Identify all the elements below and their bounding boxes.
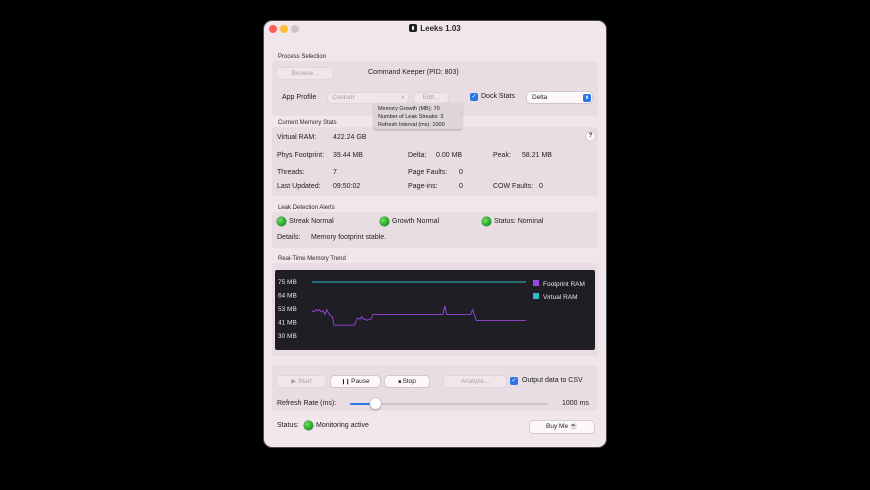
refresh-rate-label: Refresh Rate (ms): [277, 400, 337, 407]
dock-mode-value: Delta [532, 94, 548, 101]
legend-swatch [533, 280, 539, 286]
title-bar: Leeks 1.03 [264, 21, 606, 37]
legend-label: Virtual RAM [543, 294, 578, 301]
refresh-rate-value: 1000 ms [562, 400, 589, 407]
pause-button[interactable]: ❙❙ Pause [331, 376, 380, 387]
legend-swatch [533, 293, 539, 299]
csv-output-checkbox[interactable]: ✓ [510, 377, 518, 385]
y-tick-label: 75 MB [278, 279, 297, 286]
last-updated-label: Last Updated: [277, 183, 321, 190]
virtual-ram-value: 422.24 GB [333, 134, 367, 141]
phys-footprint-value: 39.44 MB [333, 152, 363, 159]
peak-label: Peak: [493, 152, 511, 159]
leak-alerts-label: Leak Detection Alerts [278, 205, 335, 211]
memory-trend-chart: 75 MB 64 MB 53 MB 41 MB 30 MB Footprint RAM Vi… [275, 270, 595, 350]
stop-label: Stop [402, 378, 416, 385]
dock-mode-select[interactable]: Delta ⬍ [527, 92, 592, 103]
threads-label: Threads: [277, 169, 305, 176]
delta-label: Delta: [408, 152, 427, 159]
memory-stats-label: Current Memory Stats [278, 120, 337, 126]
dock-stats-label: Dock Stats [481, 93, 515, 100]
phys-footprint-label: Phys Footprint: [277, 152, 325, 159]
window-title-text: Leeks 1.03 [420, 24, 461, 33]
status-value: Monitoring active [316, 422, 369, 429]
series-line-footprint-ram [311, 305, 526, 326]
pause-icon: ❙❙ [341, 379, 352, 385]
pause-label: Pause [351, 378, 370, 385]
analyze-button[interactable]: Analyze... [444, 376, 506, 387]
monitoring-status-icon [304, 421, 313, 430]
y-tick-label: 53 MB [278, 306, 297, 313]
page-faults-label: Page Faults: [408, 169, 448, 176]
app-profile-select[interactable]: Custom ⬍ [328, 93, 408, 103]
stop-button[interactable]: ■ Stop [385, 376, 429, 387]
page-ins-label: Page-ins: [408, 183, 438, 190]
threads-value: 7 [333, 169, 337, 176]
memory-trend-svg: 75 MB 64 MB 53 MB 41 MB 30 MB Footprint RAM Vi… [278, 279, 585, 340]
app-window: Leeks 1.03 Process Selection Browse... C… [264, 21, 606, 447]
browse-button[interactable]: Browse... [277, 68, 333, 79]
tooltip-line: Number of Leak Streaks: 3 [378, 114, 444, 120]
legend-label: Footprint RAM [543, 281, 585, 288]
virtual-ram-label: Virtual RAM: [277, 134, 317, 141]
tooltip-line: Memory Growth (MB): 70 [378, 106, 440, 112]
process-name: Command Keeper (PID: 803) [368, 69, 459, 76]
app-profile-label: App Profile [282, 94, 317, 101]
app-profile-value: Custom [332, 94, 355, 101]
dock-stats-checkbox[interactable]: ✓ [470, 93, 478, 101]
process-selection-label: Process Selection [278, 54, 327, 60]
start-button[interactable]: ▶ Start [277, 376, 326, 387]
profile-tooltip: Memory Growth (MB): 70 Number of Leak St… [374, 103, 462, 129]
cow-faults-value: 0 [539, 183, 543, 190]
overall-status-icon [482, 217, 491, 226]
help-button[interactable]: ? [586, 132, 595, 141]
growth-status-label: Growth Normal [392, 218, 440, 225]
y-tick-label: 30 MB [278, 333, 297, 340]
last-updated-value: 09:50:02 [333, 183, 361, 190]
page-faults-value: 0 [459, 169, 463, 176]
details-value: Memory footprint stable. [311, 234, 387, 241]
chevron-up-down-icon: ⬍ [583, 93, 591, 102]
growth-status-icon [380, 217, 389, 226]
leek-app-icon [409, 24, 418, 32]
buy-me-coffee-button[interactable]: Buy Me ☕ [530, 421, 594, 433]
cow-faults-label: COW Faults: [493, 183, 534, 190]
chevron-up-down-icon: ⬍ [400, 95, 405, 101]
y-tick-label: 64 MB [278, 293, 297, 300]
window-title: Leeks 1.03 [264, 24, 606, 33]
delta-value: 0.00 MB [436, 152, 463, 159]
edit-profile-button[interactable]: Edit... [414, 93, 448, 103]
overall-status-label: Status: Nominal [494, 218, 544, 225]
tooltip-line: Refresh Interval (ms): 1000 [378, 122, 445, 128]
y-tick-label: 41 MB [278, 320, 297, 327]
trend-label: Real-Time Memory Trend [278, 256, 346, 262]
csv-output-label: Output data to CSV [522, 377, 583, 384]
page-ins-value: 0 [459, 183, 463, 190]
peak-value: 58.21 MB [522, 152, 552, 159]
streak-status-icon [277, 217, 286, 226]
details-label: Details: [277, 234, 301, 241]
status-label: Status: [277, 422, 299, 429]
streak-status-label: Streak Normal [289, 218, 334, 225]
